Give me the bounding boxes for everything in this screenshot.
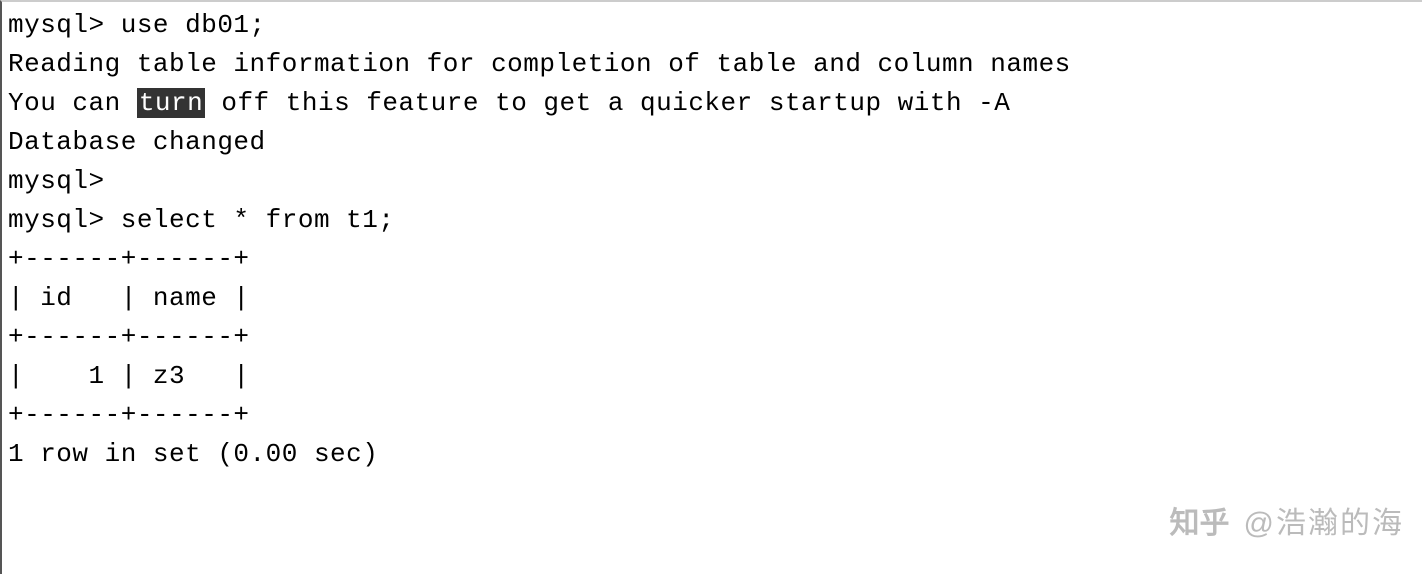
text-segment: off this feature to get a quicker startu… <box>205 88 1010 118</box>
text-segment: You can <box>8 88 137 118</box>
info-message: Reading table information for completion… <box>8 45 1416 84</box>
highlighted-text: turn <box>137 88 205 118</box>
table-border: +------+------+ <box>8 318 1416 357</box>
info-message: You can turn off this feature to get a q… <box>8 84 1416 123</box>
prompt-line: mysql> <box>8 162 1416 201</box>
command-line: mysql> use db01; <box>8 6 1416 45</box>
watermark: 知乎 @浩瀚的海 <box>1170 501 1404 546</box>
zhihu-logo: 知乎 <box>1170 501 1230 546</box>
status-message: Database changed <box>8 123 1416 162</box>
result-message: 1 row in set (0.00 sec) <box>8 435 1416 474</box>
table-border: +------+------+ <box>8 240 1416 279</box>
terminal-output[interactable]: mysql> use db01; Reading table informati… <box>8 6 1416 474</box>
command-line: mysql> select * from t1; <box>8 201 1416 240</box>
table-border: +------+------+ <box>8 396 1416 435</box>
watermark-author: @浩瀚的海 <box>1244 501 1404 546</box>
table-row: | 1 | z3 | <box>8 357 1416 396</box>
table-header: | id | name | <box>8 279 1416 318</box>
